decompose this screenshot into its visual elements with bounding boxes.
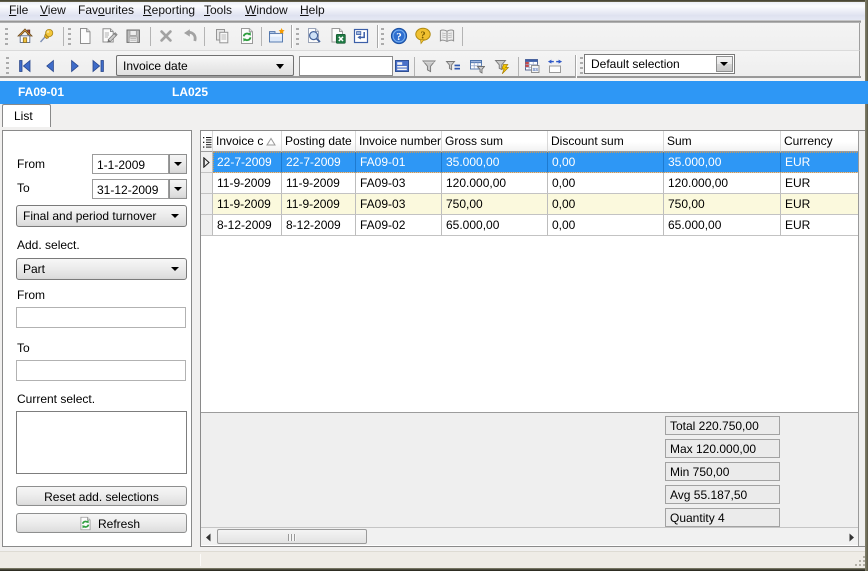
svg-text:ss: ss — [532, 67, 538, 73]
svg-text:?: ? — [420, 30, 425, 41]
svg-text:?: ? — [396, 31, 402, 43]
